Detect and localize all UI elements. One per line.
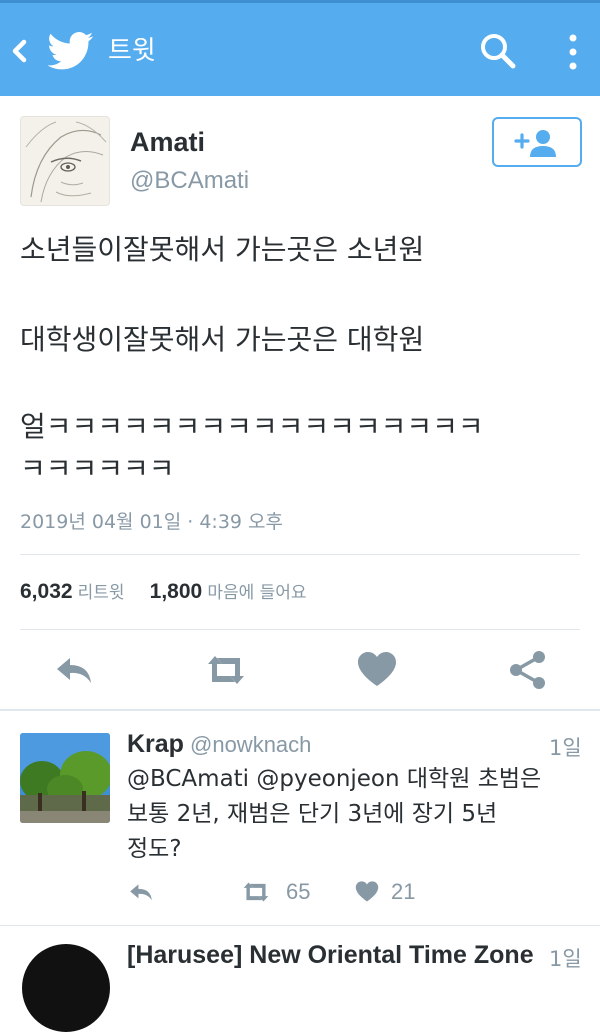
tweet-timestamp: 2019년 04월 01일 · 4:39 오후 — [20, 511, 284, 533]
app-bar: 트윗 — [0, 0, 600, 96]
heart-icon[interactable] — [354, 876, 380, 908]
reply-text-line: @BCAmati @pyeonjeon 대학원 초범은 — [127, 766, 542, 792]
back-chevron-icon[interactable] — [8, 31, 30, 71]
reply-retweet-count: 65 — [286, 879, 311, 904]
author-avatar[interactable] — [20, 116, 110, 206]
tweet-text-line: 소년들이잘못해서 가는곳은 소년원 — [20, 233, 425, 266]
tweet-text-line: ㅋㅋㅋㅋㅋㅋ — [20, 452, 175, 485]
avatar-photo-trees — [20, 733, 110, 823]
heart-icon[interactable] — [355, 648, 399, 692]
reply-avatar[interactable] — [22, 944, 110, 1032]
tweet-text-line: 얼ㅋㅋㅋㅋㅋㅋㅋㅋㅋㅋㅋㅋㅋㅋㅋㅋㅋ — [20, 410, 484, 443]
reply-author-name[interactable]: Krap — [127, 730, 184, 759]
reply-icon[interactable] — [127, 876, 155, 908]
reply-text-line: 보통 2년, 재범은 단기 3년에 장기 5년 — [127, 801, 498, 827]
reply-author-name[interactable]: [Harusee] New Oriental Time Zone — [127, 941, 534, 970]
tweet-text-line: 대학생이잘못해서 가는곳은 대학원 — [20, 323, 425, 356]
author-handle[interactable]: @BCAmati — [130, 167, 249, 195]
avatar-sketch-icon — [21, 117, 109, 205]
like-label[interactable]: 마음에 들어요 — [207, 583, 306, 603]
divider — [20, 629, 580, 630]
divider — [20, 554, 580, 555]
like-count[interactable]: 1,800 — [150, 580, 203, 603]
retweet-label[interactable]: 리트윗 — [78, 583, 125, 603]
divider — [0, 925, 600, 926]
search-icon[interactable] — [478, 31, 518, 71]
retweet-icon[interactable] — [241, 876, 271, 908]
follow-user-icon — [514, 130, 556, 157]
retweet-count[interactable]: 6,032 — [20, 580, 73, 603]
reply-author-handle[interactable]: @nowknach — [190, 732, 311, 758]
more-vertical-icon[interactable] — [562, 31, 584, 73]
author-name[interactable]: Amati — [130, 127, 205, 158]
reply-icon[interactable] — [52, 648, 96, 692]
tweet-stats: 6,032 리트윗 1,800 마음에 들어요 — [20, 578, 327, 604]
share-icon[interactable] — [506, 648, 550, 692]
twitter-bird-icon[interactable] — [48, 31, 94, 71]
follow-button[interactable] — [492, 117, 582, 167]
page-title: 트윗 — [108, 36, 156, 66]
reply-avatar[interactable] — [20, 733, 110, 823]
reply-text-line: 정도? — [127, 836, 182, 862]
retweet-icon[interactable] — [204, 648, 248, 692]
divider — [0, 709, 600, 711]
reply-time: 1일 — [549, 947, 582, 971]
reply-like-count: 21 — [391, 879, 416, 904]
reply-time: 1일 — [549, 736, 582, 760]
